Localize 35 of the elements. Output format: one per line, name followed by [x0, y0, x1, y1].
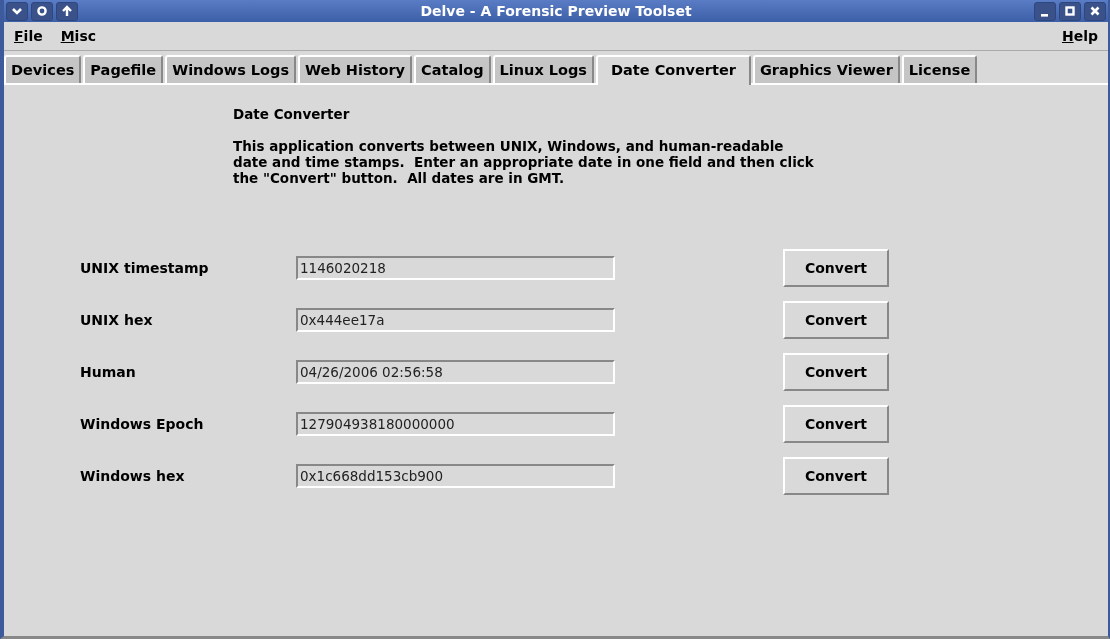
convert-button[interactable]: Convert [783, 457, 889, 495]
tab[interactable]: Web History [298, 55, 413, 83]
close-icon[interactable] [1084, 1, 1106, 21]
field-label: UNIX timestamp [80, 260, 210, 276]
input-field[interactable]: 1146020218 [296, 256, 615, 280]
tab[interactable]: Devices [4, 55, 82, 83]
field-label: Windows hex [80, 468, 186, 484]
chevron-down-icon[interactable] [6, 1, 28, 21]
convert-button[interactable]: Convert [783, 405, 889, 443]
maximize-icon[interactable] [1059, 1, 1081, 21]
tab[interactable]: Graphics Viewer [752, 55, 900, 83]
tab[interactable]: Catalog [414, 55, 491, 83]
convert-button[interactable]: Convert [783, 353, 889, 391]
tab[interactable]: License [901, 55, 978, 83]
field-label: Windows Epoch [80, 416, 205, 432]
menu-item[interactable]: File [12, 26, 45, 46]
field-label: UNIX hex [80, 312, 154, 328]
menu-item[interactable]: Help [1059, 26, 1100, 46]
arrow-up-icon[interactable] [56, 1, 78, 21]
input-field[interactable]: 0x1c668dd153cb900 [296, 464, 615, 488]
window-title: Delve - A Forensic Preview Toolset [419, 3, 693, 19]
description-text: This application converts between UNIX, Windows, and human-readable date and time stamps. Enter an appropriate date in one field and then click the "Convert" button. All dates are in GMT. [233, 138, 815, 186]
input-field[interactable]: 127904938180000000 [296, 412, 615, 436]
tab[interactable]: Linux Logs [492, 55, 594, 83]
tab[interactable]: Pagefile [83, 55, 164, 83]
input-field[interactable]: 04/26/2006 02:56:58 [296, 360, 615, 384]
panel-heading: Date Converter [233, 106, 351, 122]
tab[interactable]: Windows Logs [165, 55, 297, 83]
minimize-icon[interactable] [1034, 1, 1056, 21]
field-label: Human [80, 364, 137, 380]
convert-button[interactable]: Convert [783, 301, 889, 339]
input-field[interactable]: 0x444ee17a [296, 308, 615, 332]
convert-button[interactable]: Convert [783, 249, 889, 287]
tab[interactable]: Date Converter [596, 55, 751, 85]
menu-item[interactable]: Misc [58, 26, 99, 46]
